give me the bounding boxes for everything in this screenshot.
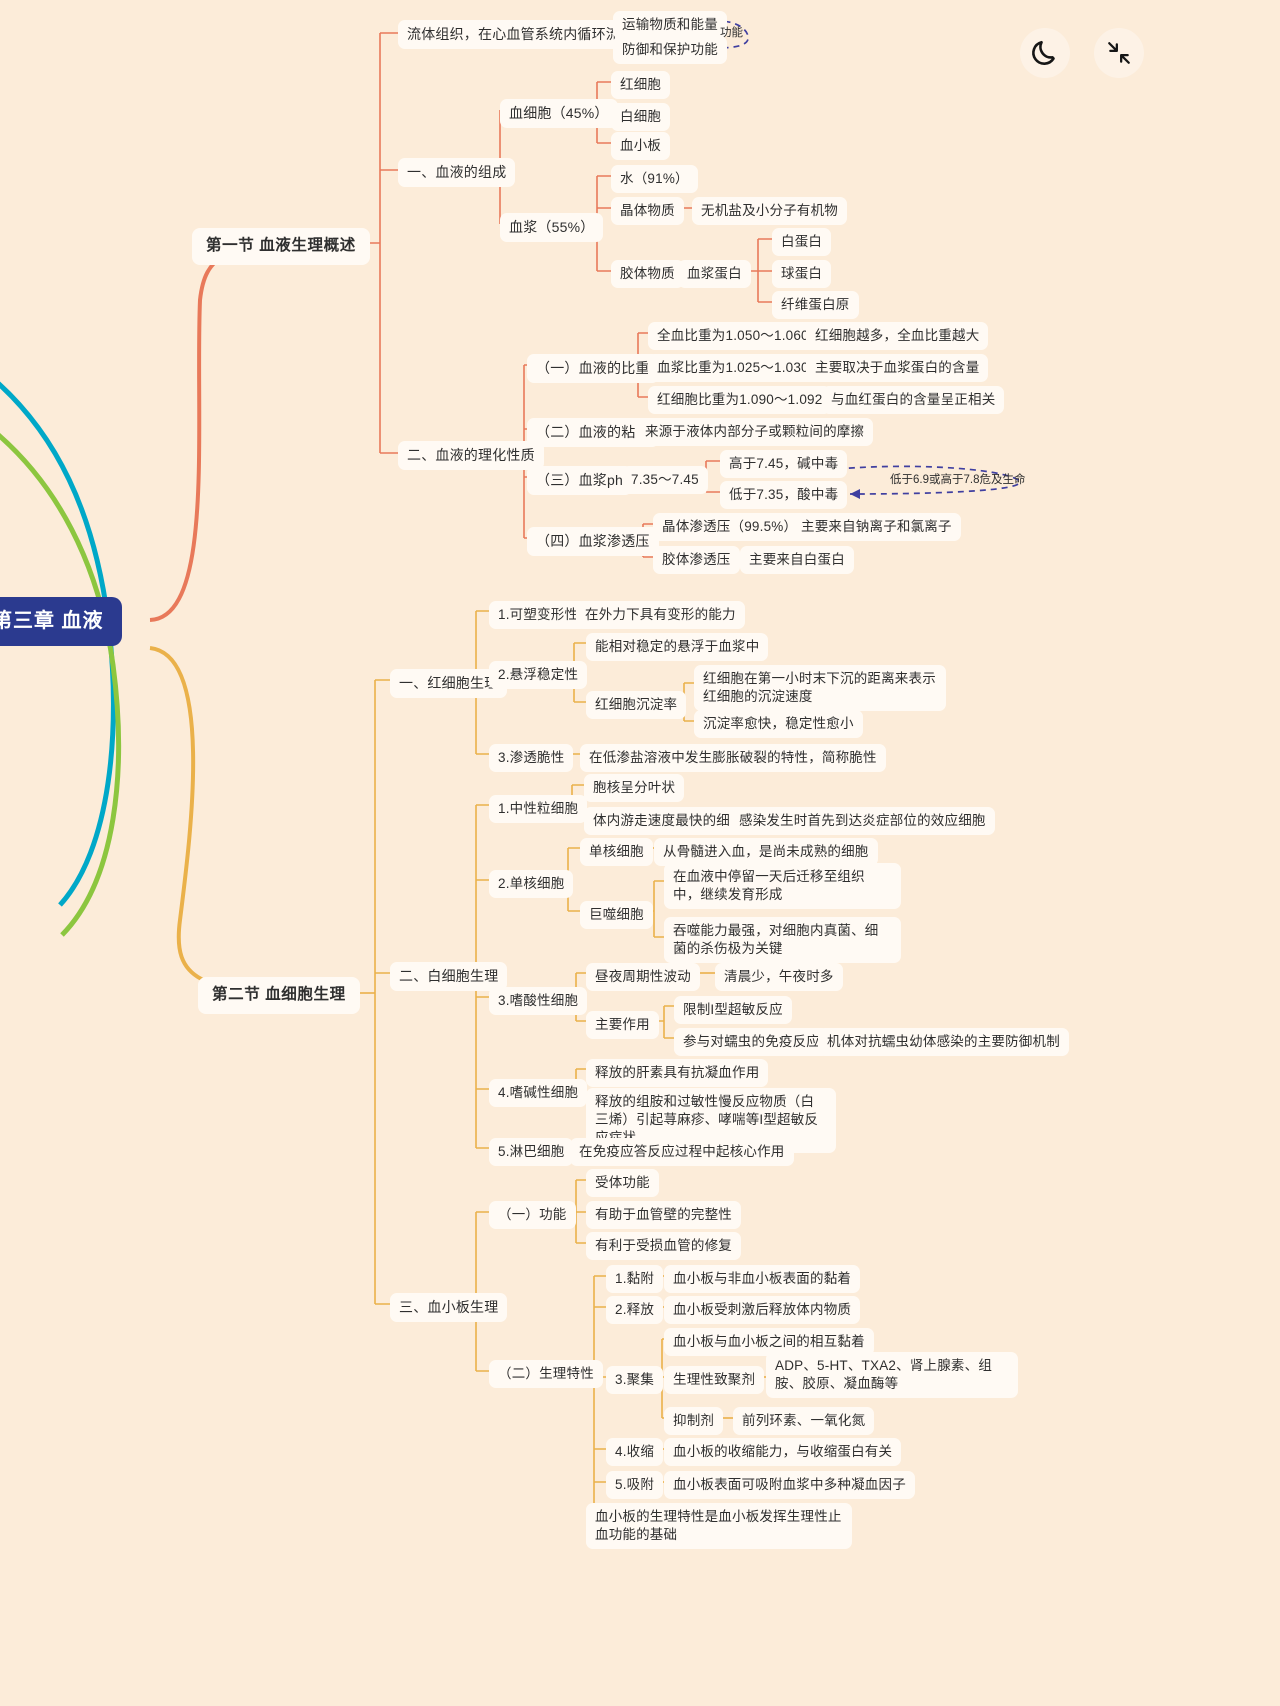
node-albumin[interactable]: 白蛋白: [772, 228, 832, 257]
node-eosinophil-role-1[interactable]: 限制I型超敏反应: [674, 996, 792, 1025]
node-deformability-detail[interactable]: 在外力下具有变形的能力: [576, 601, 745, 630]
collapse-icon-button[interactable]: [1094, 28, 1144, 78]
root-node[interactable]: 第三章 血液: [0, 597, 122, 646]
node-esr-detail-2[interactable]: 沉淀率愈快，稳定性愈小: [694, 710, 863, 739]
node-transport[interactable]: 运输物质和能量: [613, 11, 727, 40]
node-crystalloid-osmotic-detail[interactable]: 主要来自钠离子和氯离子: [792, 513, 961, 542]
node-osmotic-fragility[interactable]: 3.渗透脆性: [489, 744, 574, 773]
node-crystalloid[interactable]: 晶体物质: [611, 197, 684, 226]
node-ph-range[interactable]: 7.35～7.45: [622, 466, 708, 495]
node-neutrophil-detail-2[interactable]: 体内游走速度最快的细胞: [584, 807, 753, 836]
node-neutrophil-detail-3[interactable]: 感染发生时首先到达炎症部位的效应细胞: [730, 807, 995, 836]
node-contraction[interactable]: 4.收缩: [606, 1438, 664, 1467]
node-basophil[interactable]: 4.嗜碱性细胞: [489, 1079, 588, 1108]
node-platelet-properties[interactable]: （二）生理特性: [489, 1360, 603, 1389]
node-plasma-gravity-detail[interactable]: 主要取决于血浆蛋白的含量: [806, 354, 989, 383]
node-neutrophil-detail-1[interactable]: 胞核呈分叶状: [584, 774, 685, 803]
node-aggregation[interactable]: 3.聚集: [606, 1366, 664, 1395]
node-osmotic-pressure[interactable]: （四）血浆渗透压: [527, 527, 659, 556]
node-aggregation-inhibitor-detail[interactable]: 前列环素、一氧化氮: [733, 1407, 875, 1436]
node-esr[interactable]: 红细胞沉淀率: [586, 691, 687, 720]
node-lymphocyte-detail[interactable]: 在免疫应答反应过程中起核心作用: [570, 1138, 794, 1167]
node-platelet-physiology[interactable]: 三、血小板生理: [390, 1293, 508, 1322]
node-fibrinogen[interactable]: 纤维蛋白原: [772, 291, 859, 320]
node-eosinophil[interactable]: 3.嗜酸性细胞: [489, 987, 588, 1016]
node-plasma-gravity[interactable]: 血浆比重为1.025～1.030: [648, 354, 818, 383]
node-esr-detail-1[interactable]: 红细胞在第一小时末下沉的距离来表示红细胞的沉淀速度: [694, 665, 946, 712]
collapse-icon: [1108, 42, 1130, 64]
node-macrophage-detail-1[interactable]: 在血液中停留一天后迁移至组织中，继续发育形成: [664, 863, 901, 910]
node-platelet-function[interactable]: （一）功能: [489, 1201, 576, 1230]
node-adhesion[interactable]: 1.黏附: [606, 1265, 664, 1294]
node-monocyte-detail[interactable]: 从骨髓进入血，是尚未成熟的细胞: [654, 838, 878, 867]
node-blood-composition[interactable]: 一、血液的组成: [398, 158, 516, 187]
node-whole-blood-gravity-detail[interactable]: 红细胞越多，全血比重越大: [806, 322, 989, 351]
node-physicochemical[interactable]: 二、血液的理化性质: [398, 441, 544, 470]
node-release-detail[interactable]: 血小板受刺激后释放体内物质: [664, 1296, 861, 1325]
mindmap-canvas[interactable]: 第三章 血液 第一节 血液生理概述 流体组织，在心血管系统内循环流动 运输物质和…: [0, 0, 1280, 1706]
node-globulin[interactable]: 球蛋白: [772, 260, 832, 289]
node-viscosity-detail[interactable]: 来源于液体内部分子或颗粒间的摩擦: [636, 418, 874, 447]
node-suspension-stability[interactable]: 2.悬浮稳定性: [489, 661, 588, 690]
node-eosinophil-circadian-detail[interactable]: 清晨少，午夜时多: [715, 963, 843, 992]
node-whole-blood-gravity[interactable]: 全血比重为1.050～1.060: [648, 322, 818, 351]
node-plasma-55[interactable]: 血浆（55%）: [500, 213, 604, 242]
node-aggregation-inhibitor[interactable]: 抑制剂: [664, 1407, 724, 1436]
node-defense[interactable]: 防御和保护功能: [613, 36, 727, 65]
node-colloid-osmotic-detail[interactable]: 主要来自白蛋白: [740, 546, 854, 575]
node-platelet-basis[interactable]: 血小板的生理特性是血小板发挥生理性止血功能的基础: [586, 1503, 852, 1550]
node-macrophage-detail-2[interactable]: 吞噬能力最强，对细胞内真菌、细菌的杀伤极为关键: [664, 917, 901, 964]
node-eosinophil-circadian[interactable]: 昼夜周期性波动: [586, 963, 700, 992]
annotation-function: 功能: [720, 27, 743, 39]
annotation-ph-danger: 低于6.9或高于7.8危及生命: [890, 474, 1026, 486]
node-aggregation-inducer[interactable]: 生理性致聚剂: [664, 1366, 765, 1395]
node-aggregation-inducer-detail[interactable]: ADP、5-HT、TXA2、肾上腺素、组胺、胶原、凝血酶等: [766, 1352, 1018, 1399]
node-colloid[interactable]: 胶体物质: [611, 260, 684, 289]
node-suspension-detail[interactable]: 能相对稳定的悬浮于血浆中: [586, 633, 769, 662]
section-1-node[interactable]: 第一节 血液生理概述: [192, 228, 370, 265]
node-rbc-gravity[interactable]: 红细胞比重为1.090～1.092: [648, 386, 832, 415]
moon-icon-button[interactable]: [1020, 28, 1070, 78]
moon-icon: [1032, 40, 1055, 65]
node-macrophage[interactable]: 巨噬细胞: [580, 901, 653, 930]
node-adsorption-detail[interactable]: 血小板表面可吸附血浆中多种凝血因子: [664, 1471, 915, 1500]
node-thrombocyte[interactable]: 血小板: [611, 132, 671, 161]
node-acidosis[interactable]: 低于7.35，酸中毒: [720, 481, 848, 510]
node-fluid-tissue[interactable]: 流体组织，在心血管系统内循环流动: [398, 20, 644, 49]
node-monocyte[interactable]: 2.单核细胞: [489, 870, 574, 899]
node-release[interactable]: 2.释放: [606, 1296, 664, 1325]
node-function-receptor[interactable]: 受体功能: [586, 1169, 659, 1198]
node-deformability[interactable]: 1.可塑变形性: [489, 601, 588, 630]
node-contraction-detail[interactable]: 血小板的收缩能力，与收缩蛋白有关: [664, 1438, 902, 1467]
node-water-91[interactable]: 水（91%）: [611, 165, 698, 194]
node-function-vessel-wall[interactable]: 有助于血管壁的完整性: [586, 1201, 741, 1230]
node-leukocyte[interactable]: 白细胞: [611, 103, 671, 132]
node-lymphocyte[interactable]: 5.淋巴细胞: [489, 1138, 574, 1167]
node-blood-cells-45[interactable]: 血细胞（45%）: [500, 99, 618, 128]
node-colloid-osmotic[interactable]: 胶体渗透压: [653, 546, 740, 575]
node-neutrophil[interactable]: 1.中性粒细胞: [489, 795, 588, 824]
node-monocyte-sub[interactable]: 单核细胞: [580, 838, 653, 867]
node-erythrocyte[interactable]: 红细胞: [611, 71, 671, 100]
node-inorganic-salts[interactable]: 无机盐及小分子有机物: [692, 197, 847, 226]
node-adsorption[interactable]: 5.吸附: [606, 1471, 664, 1500]
node-wbc-physiology[interactable]: 二、白细胞生理: [390, 962, 508, 991]
section-2-node[interactable]: 第二节 血细胞生理: [198, 977, 360, 1014]
node-crystalloid-osmotic[interactable]: 晶体渗透压（99.5%）: [653, 513, 807, 542]
node-function-repair[interactable]: 有利于受损血管的修复: [586, 1232, 741, 1261]
node-alkalosis[interactable]: 高于7.45，碱中毒: [720, 450, 848, 479]
node-rbc-gravity-detail[interactable]: 与血红蛋白的含量呈正相关: [822, 386, 1005, 415]
node-plasma-ph[interactable]: （三）血浆ph: [527, 466, 632, 495]
node-eosinophil-role-3[interactable]: 机体对抗蠕虫幼体感染的主要防御机制: [818, 1028, 1069, 1057]
node-basophil-detail-1[interactable]: 释放的肝素具有抗凝血作用: [586, 1059, 769, 1088]
node-osmotic-fragility-detail[interactable]: 在低渗盐溶液中发生膨胀破裂的特性，简称脆性: [580, 744, 886, 773]
node-eosinophil-main-role[interactable]: 主要作用: [586, 1011, 659, 1040]
node-eosinophil-role-2[interactable]: 参与对蠕虫的免疫反应: [674, 1028, 829, 1057]
node-specific-gravity[interactable]: （一）血液的比重: [527, 354, 659, 383]
node-adhesion-detail[interactable]: 血小板与非血小板表面的黏着: [664, 1265, 861, 1294]
node-plasma-protein[interactable]: 血浆蛋白: [678, 260, 751, 289]
